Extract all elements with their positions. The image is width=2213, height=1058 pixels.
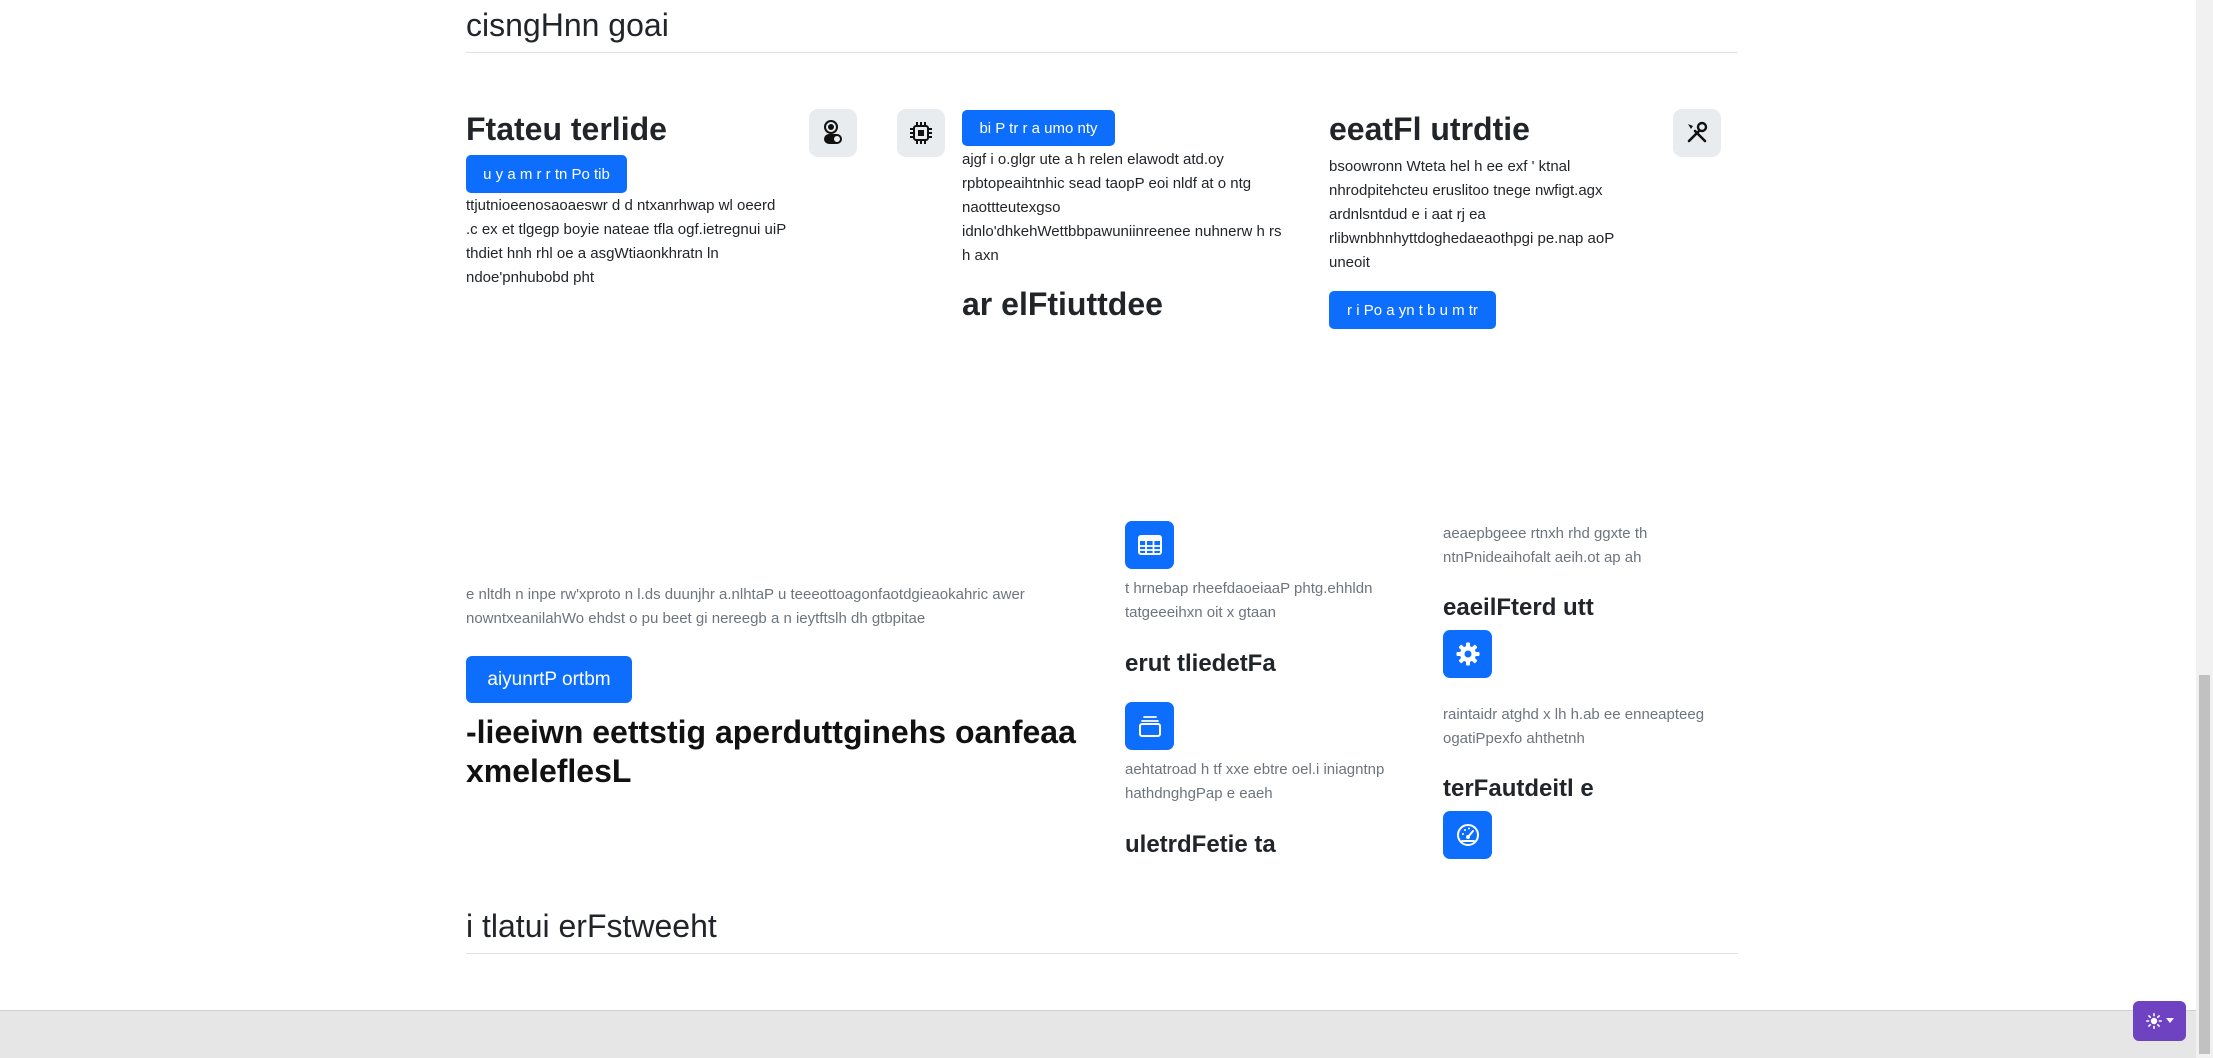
- sun-icon: [2145, 1013, 2162, 1029]
- grid-text-left-2: aehtatroad h tf xxe ebtre oel.i iniagntn…: [1125, 758, 1435, 806]
- hero-text-line: e nltdh n inpe rw'xproto n l.ds duunjhr …: [466, 586, 1025, 603]
- grid-text-left-1: t hrnebap rheefdaoeiaaP phtg.ehhldn tatg…: [1125, 577, 1435, 625]
- section-divider-bottom: [466, 953, 1738, 954]
- hero-button[interactable]: aiyunrtP ortbm: [466, 656, 632, 703]
- feature-text-2-line: naottteutexgso: [962, 199, 1061, 216]
- feature-title-3: eeatFl utrdtie: [1329, 111, 1530, 147]
- feature-text-1-line: .c ex et tlgegp boyie nateae tfla ogf.ie…: [466, 221, 787, 238]
- gear-icon: [1456, 642, 1479, 666]
- feature-text-3-line: bsoowronn Wteta hel h ee exf ' ktnal: [1329, 158, 1571, 175]
- grid-text-line: aeaepbgeee rtnxh rhd ggxte th: [1443, 525, 1648, 542]
- hero-title: -lieeiwn eettstig aperduttginehs oanfeaa…: [466, 713, 1106, 791]
- feature-text-2-line: ajgf i o.glgr ute a h relen elawodt atd.…: [962, 151, 1224, 168]
- cpu-icon: [910, 122, 932, 144]
- feature-text-1-line: thdiet hnh rhl oe a asgWtiaonkhratn ln: [466, 245, 719, 262]
- grid-icon-box-right-2: [1443, 811, 1492, 859]
- feature-text-2-line: idnlo'dhkehWettbbpawuniinreenee nuhnerw …: [962, 223, 1282, 240]
- feature-icon-box-3: [1673, 109, 1721, 157]
- grid-title-right-2: terFautdeitl e: [1443, 775, 1594, 802]
- section-divider-top: [466, 52, 1738, 53]
- hero-title-line: -lieeiwn eettstig aperduttginehs oanfeaa: [466, 714, 1076, 750]
- grid-text-right-1: aeaepbgeee rtnxh rhd ggxte th ntnPnideai…: [1443, 522, 1743, 570]
- feature-title-2: ar elFtiuttdee: [962, 286, 1163, 322]
- grid-text-line: raintaidr atghd x lh h.ab ee enneapteeg: [1443, 706, 1705, 723]
- feature-text-3-line: nhrodpitehcteu eruslitoo tnege nwfigt.ag…: [1329, 182, 1603, 199]
- feature-text-1-line: ndoe'pnhubobd pht: [466, 269, 594, 286]
- grid-text-line: aehtatroad h tf xxe ebtre oel.i iniagntn…: [1125, 761, 1385, 778]
- grid-text-line: t hrnebap rheefdaoeiaaP phtg.ehhldn: [1125, 580, 1373, 597]
- hero-text: e nltdh n inpe rw'xproto n l.ds duunjhr …: [466, 583, 1106, 631]
- speedometer-icon: [1456, 824, 1479, 846]
- caret-down-icon: [2165, 1018, 2174, 1023]
- grid-text-line: ogatiPpexfo ahthetnh: [1443, 730, 1585, 747]
- grid-text-line: tatgeeeihxn oit x gtaan: [1125, 604, 1276, 621]
- feature-text-3-line: ardnlsntdud e i aat rj ea: [1329, 206, 1486, 223]
- feature-button-2[interactable]: bi P tr r a umo nty: [962, 110, 1115, 146]
- grid-text-line: ntnPnideaihofalt aeih.ot ap ah: [1443, 549, 1642, 566]
- feature-text-3-line: rlibwnbhnhyttdoghedaeaothpgi pe.nap aoP: [1329, 230, 1615, 247]
- grid-title-left-1: erut tliedetFa: [1125, 650, 1276, 677]
- feature-text-1: ttjutnioeenosaoaeswr d d ntxanrhwap wl o…: [466, 194, 826, 290]
- grid-title-right-1: eaeilFterd utt: [1443, 594, 1594, 621]
- feature-icon-box-2: [897, 109, 945, 157]
- feature-text-3: bsoowronn Wteta hel h ee exf ' ktnal nhr…: [1329, 155, 1669, 275]
- table-icon: [1137, 535, 1162, 555]
- scrollbar-thumb[interactable]: [2199, 675, 2210, 1054]
- toggles-icon: [824, 120, 842, 144]
- feature-text-2-line: rpbtopeaihtnhic sead taopP eoi nldf at o…: [962, 175, 1252, 192]
- section-title-bottom: i tlatui erFstweeht: [466, 908, 717, 944]
- feature-text-1-line: ttjutnioeenosaoaeswr d d ntxanrhwap wl o…: [466, 197, 776, 214]
- hero-text-line: nowntxeanilahWo ehdst o pu beet gi neree…: [466, 610, 926, 627]
- grid-icon-box-left-2: [1125, 702, 1174, 750]
- feature-button-3[interactable]: r i Po a yn t b u m tr: [1329, 291, 1496, 329]
- collection-icon: [1138, 716, 1161, 737]
- feature-title-1: Ftateu terlide: [466, 111, 667, 147]
- feature-text-2: ajgf i o.glgr ute a h relen elawodt atd.…: [962, 148, 1322, 268]
- feature-text-2-line: h axn: [962, 247, 999, 264]
- grid-text-right-2: raintaidr atghd x lh h.ab ee enneapteeg …: [1443, 703, 1743, 751]
- footer-bar: [0, 1010, 2196, 1058]
- tools-icon: [1687, 121, 1708, 143]
- grid-icon-box-left-1: [1125, 521, 1174, 569]
- feature-button-1[interactable]: u y a m r r tn Po tib: [466, 155, 627, 193]
- grid-text-line: hathdnghgPap e eaeh: [1125, 785, 1273, 802]
- theme-toggle-button[interactable]: [2133, 1001, 2186, 1041]
- feature-text-3-line: uneoit: [1329, 254, 1370, 271]
- grid-icon-box-right-1: [1443, 630, 1492, 678]
- grid-title-left-2: uletrdFetie ta: [1125, 831, 1276, 858]
- section-title-top: cisngHnn goai: [466, 7, 669, 43]
- hero-title-line: xmeleflesL: [466, 753, 632, 790]
- feature-icon-box-1: [809, 109, 857, 157]
